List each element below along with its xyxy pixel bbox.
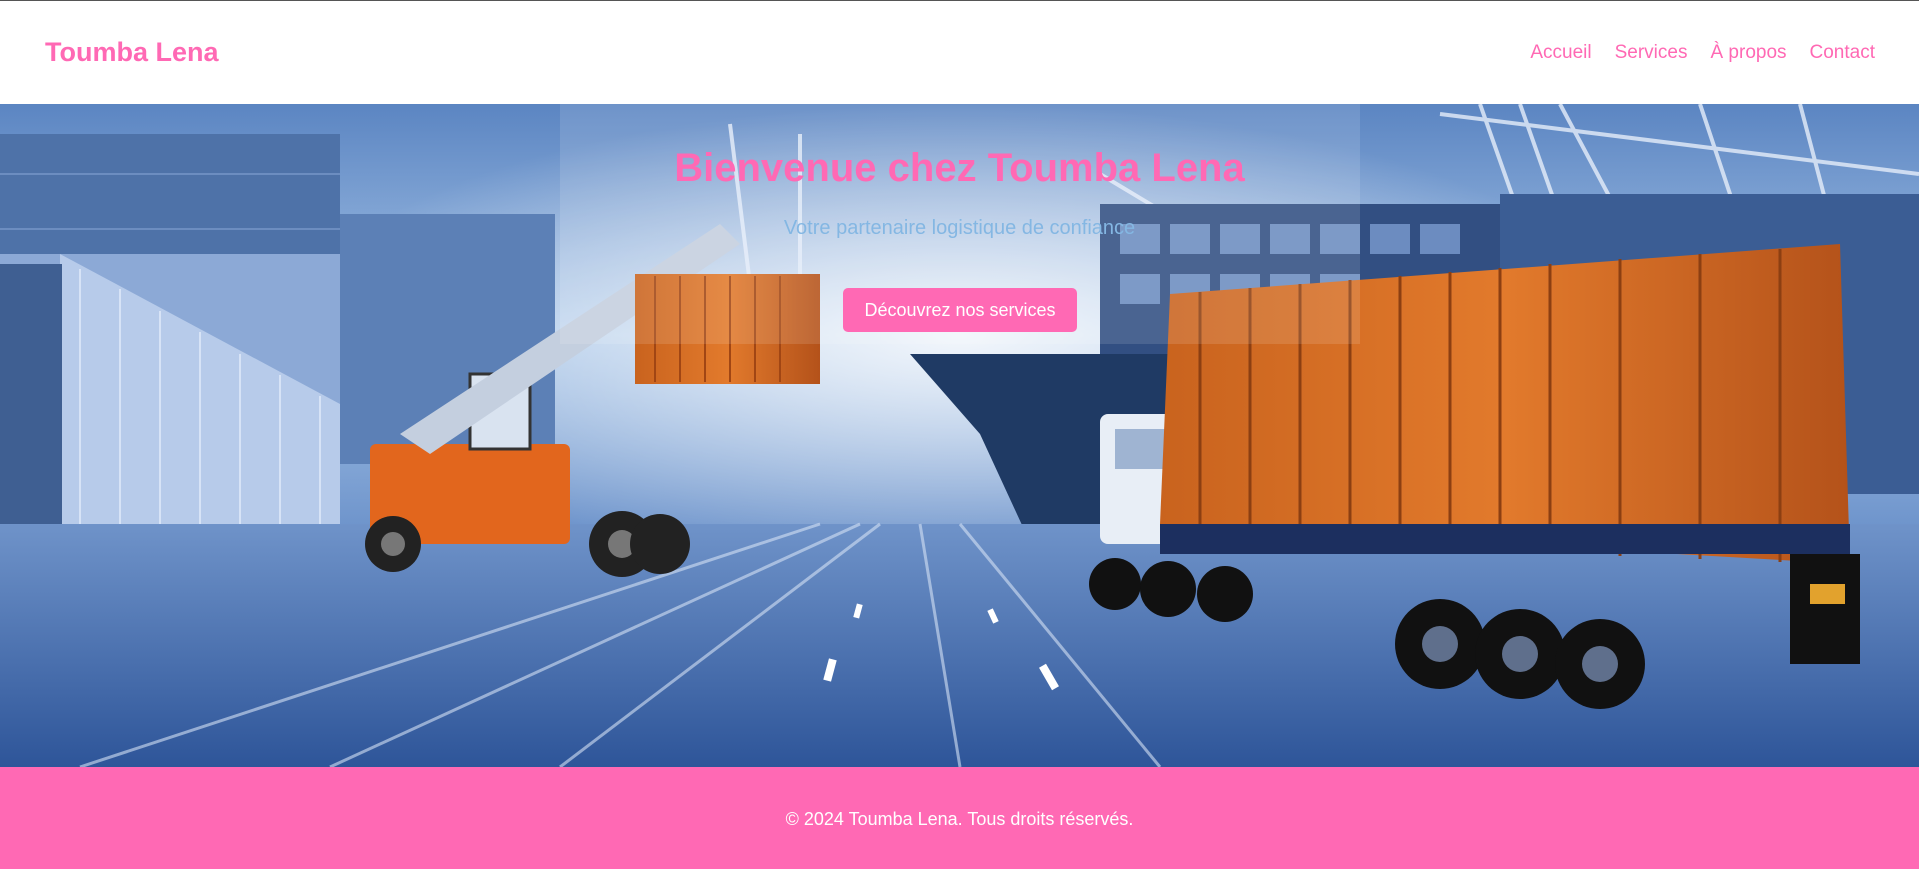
brand-logo-link[interactable]: Toumba Lena xyxy=(45,37,219,68)
nav-link-services[interactable]: Services xyxy=(1615,42,1688,64)
page: Toumba Lena Accueil Services À propos Co… xyxy=(0,0,1919,870)
hero-title: Bienvenue chez Toumba Lena xyxy=(674,146,1245,190)
main-nav: Accueil Services À propos Contact xyxy=(1530,42,1875,64)
copyright-text: © 2024 Toumba Lena. Tous droits réservés… xyxy=(785,809,1134,829)
site-header: Toumba Lena Accueil Services À propos Co… xyxy=(0,0,1919,104)
site-footer: © 2024 Toumba Lena. Tous droits réservés… xyxy=(0,767,1919,870)
discover-services-button[interactable]: Découvrez nos services xyxy=(843,288,1077,332)
hero-section: Bienvenue chez Toumba Lena Votre partena… xyxy=(0,104,1919,767)
nav-link-accueil[interactable]: Accueil xyxy=(1530,42,1591,64)
nav-link-a-propos[interactable]: À propos xyxy=(1710,42,1786,64)
nav-link-contact[interactable]: Contact xyxy=(1810,42,1875,64)
hero-subtitle: Votre partenaire logistique de confiance xyxy=(783,217,1136,239)
hero-background-image xyxy=(0,104,1919,767)
